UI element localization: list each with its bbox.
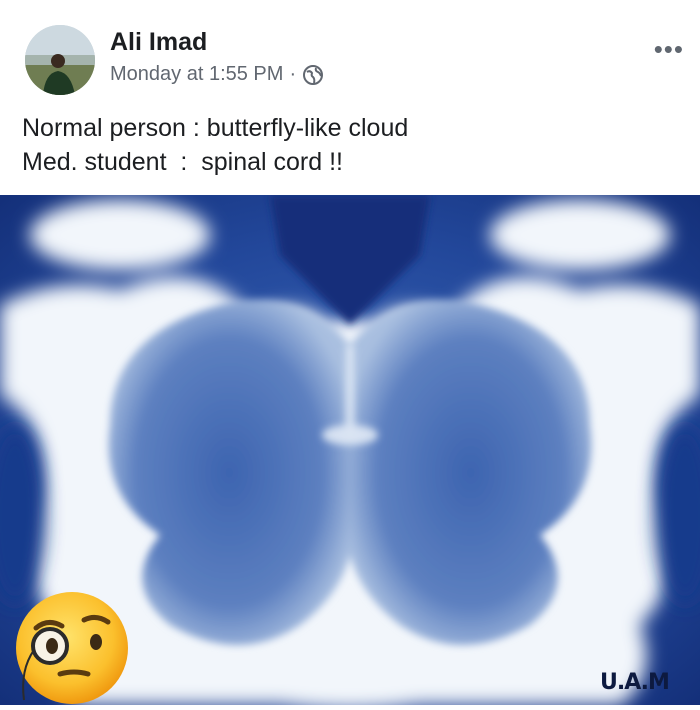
author-avatar[interactable] bbox=[25, 25, 95, 95]
caption-line-1: Normal person : butterfly-like cloud bbox=[22, 114, 409, 142]
more-options-button[interactable]: ••• bbox=[654, 34, 684, 65]
post-timestamp[interactable]: Monday at 1:55 PM bbox=[110, 63, 283, 86]
globe-icon bbox=[302, 64, 324, 86]
post-meta: Monday at 1:55 PM · bbox=[110, 63, 324, 86]
post-header: Ali Imad Monday at 1:55 PM · ••• bbox=[0, 0, 700, 100]
face-with-monocle-emoji bbox=[10, 590, 130, 705]
post-caption: Normal person : butterfly-like cloud Med… bbox=[22, 111, 408, 179]
photo-watermark: U.A.M bbox=[600, 670, 670, 695]
meta-separator: · bbox=[289, 63, 297, 85]
caption-line-2: Med. student : spinal cord !! bbox=[22, 148, 343, 176]
author-name[interactable]: Ali Imad bbox=[110, 28, 207, 57]
